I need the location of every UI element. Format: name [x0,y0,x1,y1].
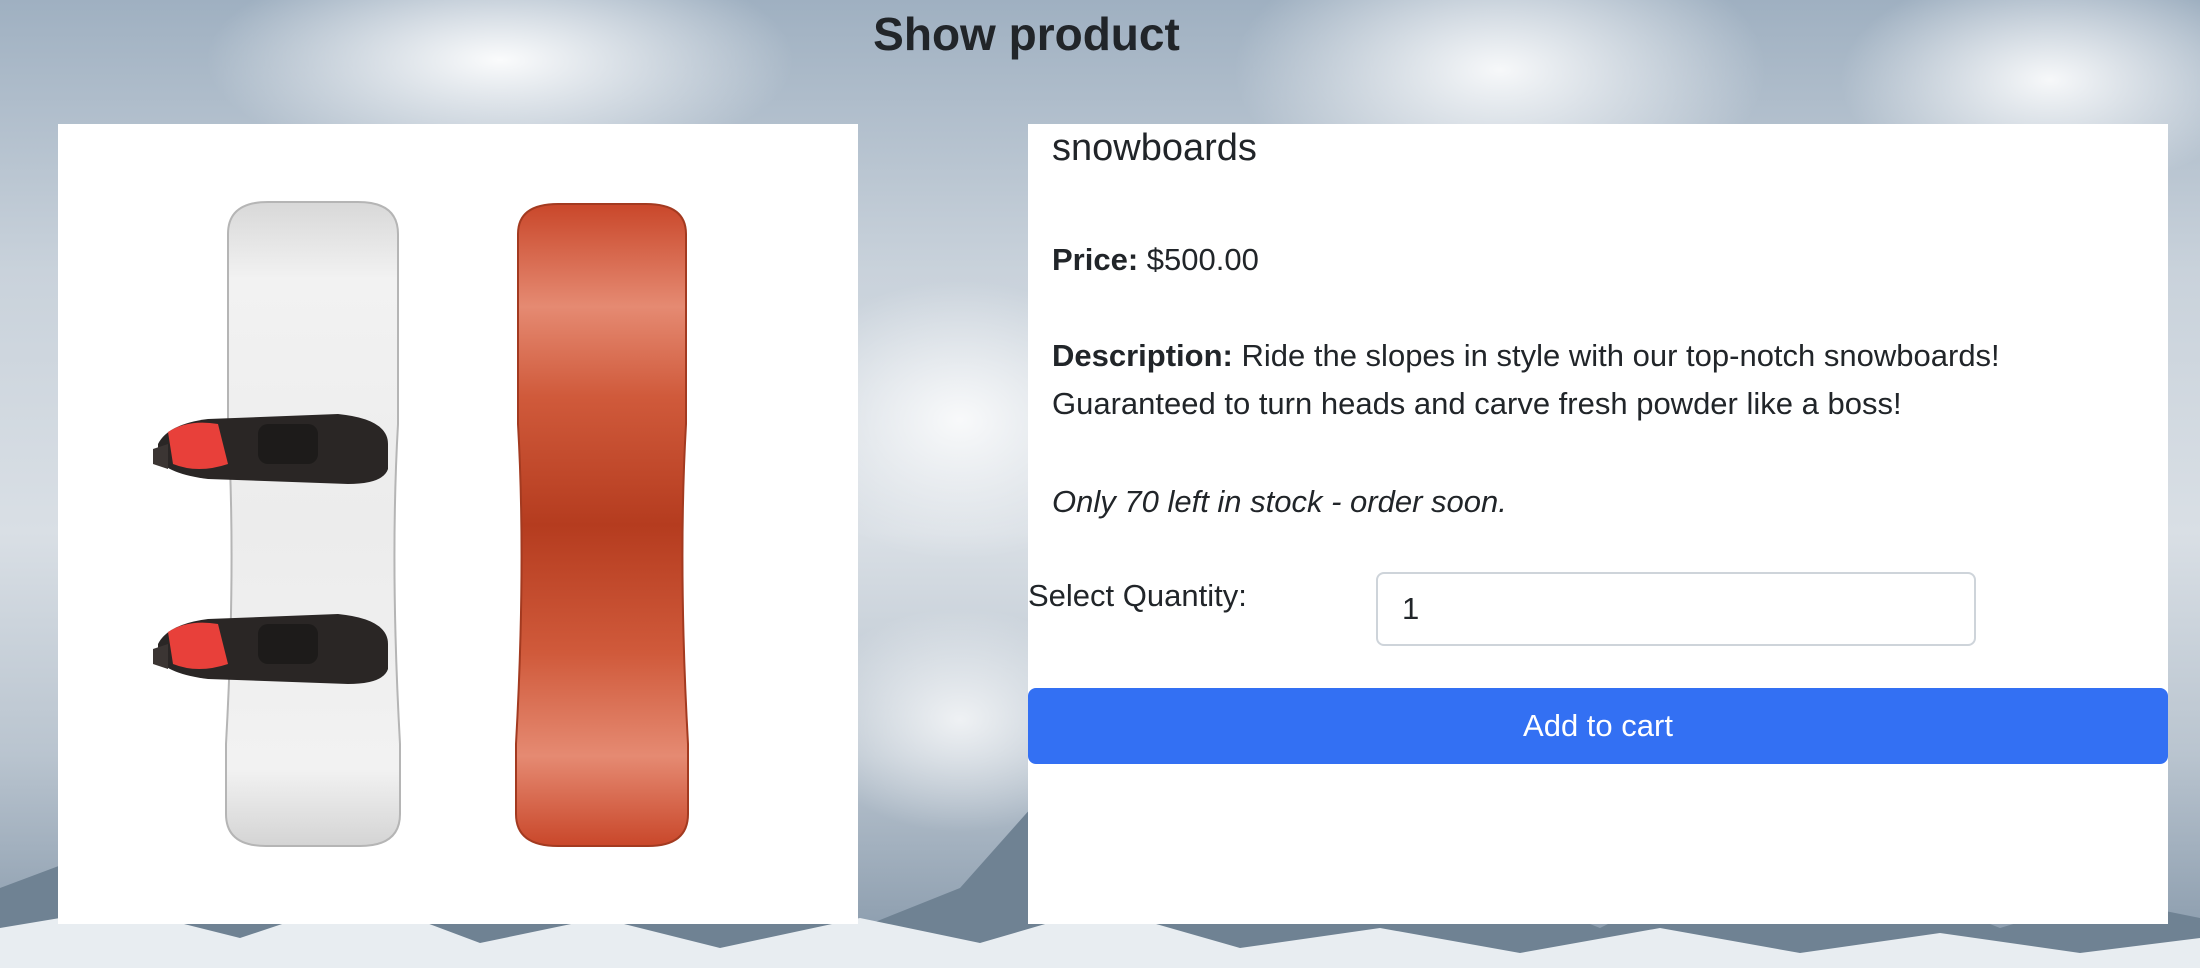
product-image [153,201,689,847]
add-to-cart-button[interactable]: Add to cart [1028,688,2168,764]
price-line: Price: $500.00 [1052,236,1259,284]
binding-bottom [153,614,388,684]
product-image-card [58,124,858,924]
description-label: Description: [1052,338,1233,373]
snowboard-white [225,201,401,847]
product-details-card: snowboards Price: $500.00 Description: R… [1028,124,2168,924]
quantity-label: Select Quantity: [1028,578,1247,613]
snowboard-orange [515,203,689,847]
binding-top [153,414,388,484]
price-value: $500.00 [1146,242,1259,277]
price-label: Price: [1052,242,1139,277]
page-title: Show product [873,8,1180,60]
product-name: snowboards [1052,127,1257,169]
stock-notice: Only 70 left in stock - order soon. [1052,484,1507,519]
quantity-input[interactable] [1376,572,1976,646]
description-line: Description: Ride the slopes in style wi… [1052,332,2132,428]
page-background: Show product snowboards Price: $500.00 D… [0,0,2200,968]
